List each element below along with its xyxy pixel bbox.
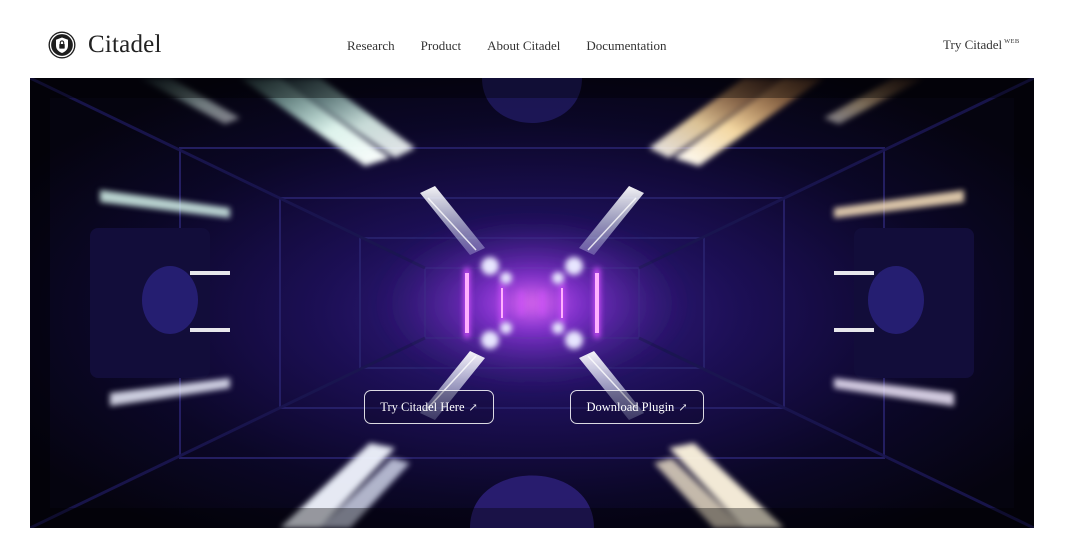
download-plugin-label: Download Plugin [586,399,675,414]
shield-lock-icon [48,31,76,59]
nav-item-about[interactable]: About Citadel [487,38,560,54]
nav-item-research[interactable]: Research [347,38,395,54]
nav-item-product[interactable]: Product [421,38,461,54]
download-plugin-button[interactable]: Download Plugin ↗ [570,390,704,424]
try-citadel-label: Try Citadel [943,37,1003,52]
main-nav: Research Product About Citadel Documenta… [347,38,667,54]
try-citadel-web-link[interactable]: Try Citadel WEB [943,37,1019,53]
brand-name: Citadel [88,31,162,58]
external-arrow-icon: ↗ [678,401,688,414]
web-badge: WEB [1004,38,1020,45]
try-citadel-here-button[interactable]: Try Citadel Here ↗ [364,390,494,424]
hero-banner: Try Citadel Here ↗ Download Plugin ↗ [30,78,1034,528]
external-arrow-icon: ↗ [468,401,478,414]
brand-logo[interactable]: Citadel [47,30,162,60]
site-header: Citadel Research Product About Citadel D… [0,0,1080,78]
hero-background-image [30,78,1034,528]
nav-item-documentation[interactable]: Documentation [586,38,666,54]
try-citadel-here-label: Try Citadel Here [380,399,465,414]
